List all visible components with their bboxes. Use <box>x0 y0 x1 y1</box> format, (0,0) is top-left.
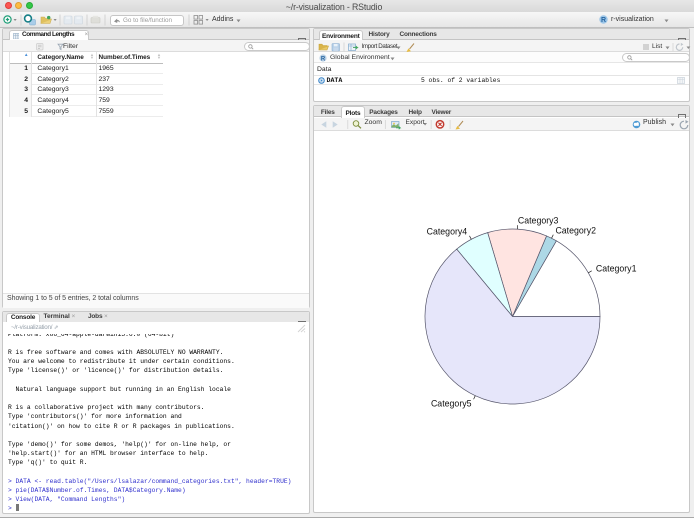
svg-text:R: R <box>321 56 326 62</box>
svg-text:R: R <box>601 17 606 24</box>
svg-text:Category1: Category1 <box>596 263 637 273</box>
svg-text:Category2: Category2 <box>555 225 596 235</box>
svg-text:Category5: Category5 <box>431 399 472 409</box>
svg-text:Category3: Category3 <box>518 215 559 225</box>
svg-text:Category4: Category4 <box>427 227 468 237</box>
